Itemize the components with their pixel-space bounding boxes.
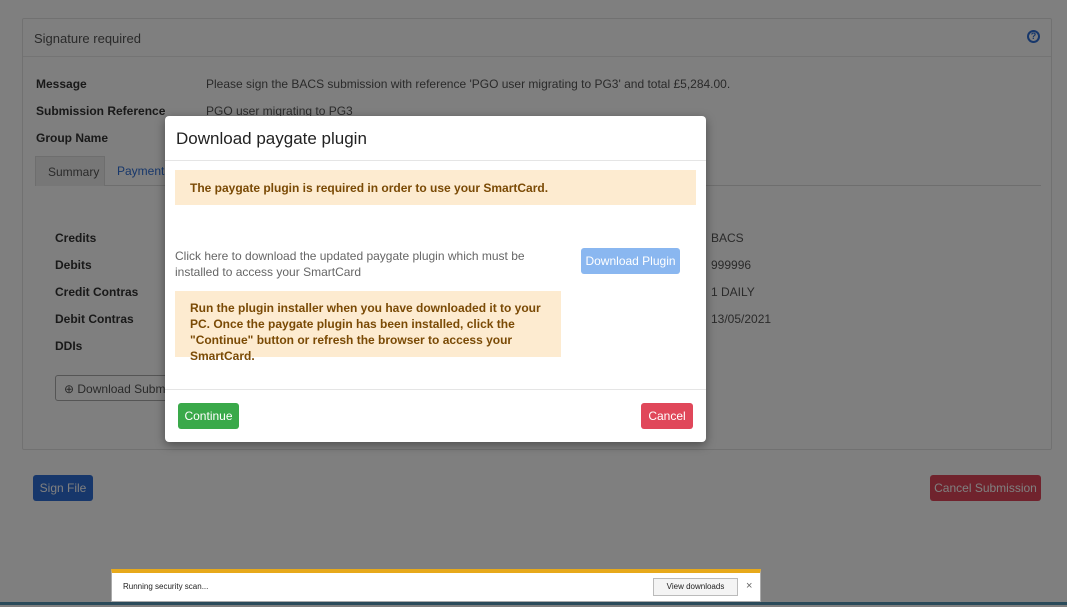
- modal-title: Download paygate plugin: [176, 129, 367, 148]
- divider: [165, 160, 706, 161]
- download-instructions-text: Click here to download the updated payga…: [175, 249, 525, 279]
- installer-instructions-alert: Run the plugin installer when you have d…: [175, 291, 561, 363]
- cancel-button[interactable]: Cancel: [641, 403, 693, 429]
- download-plugin-modal: Download paygate plugin The paygate plug…: [165, 116, 706, 442]
- download-bar: Running security scan... View downloads …: [111, 569, 761, 602]
- plugin-required-alert: The paygate plugin is required in order …: [175, 170, 696, 205]
- download-plugin-button[interactable]: Download Plugin: [581, 248, 680, 274]
- view-downloads-button[interactable]: View downloads: [653, 578, 738, 596]
- continue-button[interactable]: Continue: [178, 403, 239, 429]
- divider: [165, 389, 706, 390]
- taskbar-edge: [0, 602, 1067, 605]
- close-icon[interactable]: ×: [746, 580, 752, 592]
- download-status: Running security scan...: [123, 582, 209, 591]
